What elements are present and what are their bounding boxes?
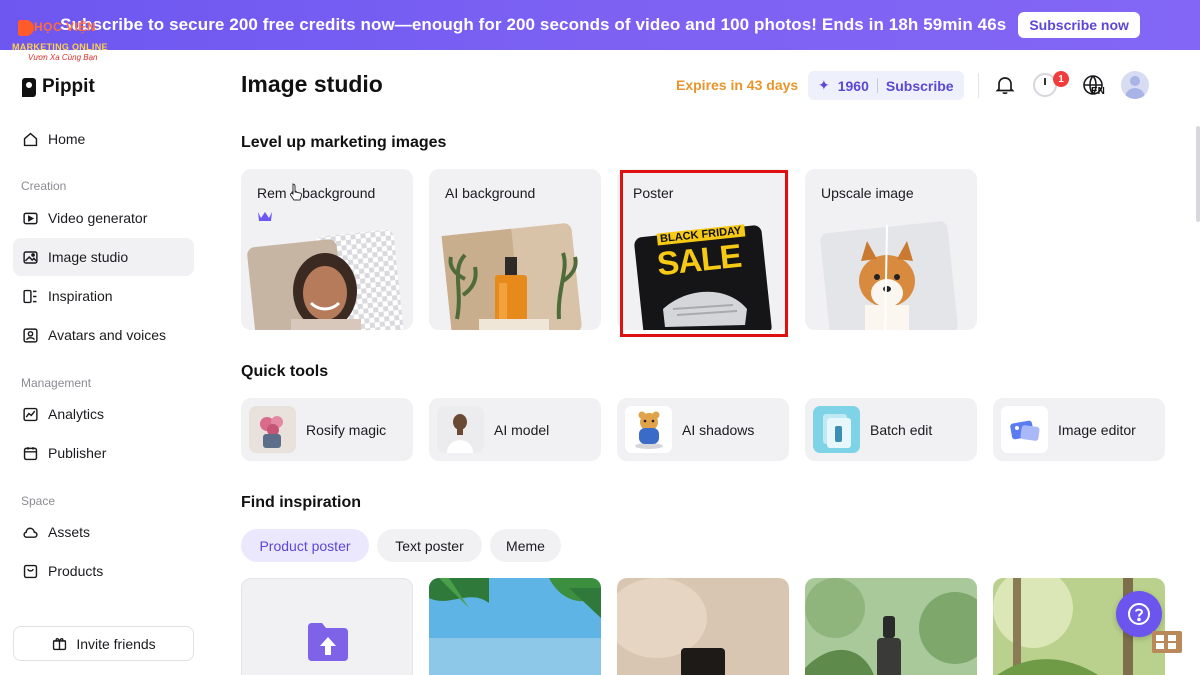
batch-edit-thumbnail xyxy=(813,406,860,453)
filter-chip-meme[interactable]: Meme xyxy=(490,529,561,562)
analytics-icon xyxy=(22,406,39,423)
sidebar-item-analytics[interactable]: Analytics xyxy=(13,395,194,433)
sidebar-item-avatars-and-voices[interactable]: Avatars and voices xyxy=(13,316,194,354)
sidebar-item-publisher[interactable]: Publisher xyxy=(13,434,194,472)
scrollbar[interactable] xyxy=(1196,126,1200,222)
sidebar-item-label: Avatars and voices xyxy=(48,327,167,343)
sidebar-item-products[interactable]: Products xyxy=(13,552,194,590)
invite-friends-button[interactable]: Invite friends xyxy=(13,626,194,661)
user-avatar[interactable] xyxy=(1121,71,1149,99)
subscribe-now-button[interactable]: Subscribe now xyxy=(1018,12,1140,38)
premium-crown-icon xyxy=(257,209,273,228)
upload-folder-icon xyxy=(308,623,348,661)
quick-tool-label: Image editor xyxy=(1058,421,1136,438)
inspiration-tile-tropical[interactable] xyxy=(429,578,601,675)
pill-divider xyxy=(876,78,878,93)
ai-shadows-thumbnail xyxy=(625,406,672,453)
mouse-pointer-icon xyxy=(289,183,303,201)
credits-count: 1960 xyxy=(837,77,869,94)
inspiration-tile-serum-bottle[interactable] xyxy=(805,578,977,675)
sparkle-icon: ✦ xyxy=(818,77,830,93)
quick-tool-ai-model[interactable]: AI model xyxy=(429,398,601,461)
video-generator-icon xyxy=(22,210,39,227)
sidebar-item-inspiration[interactable]: Inspiration xyxy=(13,277,194,315)
credits-subscribe-pill[interactable]: ✦ 1960 Subscribe xyxy=(808,71,964,100)
section-title-find-inspiration: Find inspiration xyxy=(241,494,361,511)
quick-tool-ai-shadows[interactable]: AI shadows xyxy=(617,398,789,461)
sidebar-item-assets[interactable]: Assets xyxy=(13,513,194,551)
sidebar-item-label: Analytics xyxy=(48,406,105,422)
feature-card-upscale-image[interactable]: Upscale image xyxy=(805,169,977,330)
avatar-voice-icon xyxy=(22,327,39,344)
feature-card-ai-background[interactable]: AI background xyxy=(429,169,601,330)
section-label-space: Space xyxy=(21,494,56,508)
sidebar-item-home[interactable]: Home xyxy=(13,120,194,158)
subscribe-link[interactable]: Subscribe xyxy=(886,78,954,94)
invite-friends-label: Invite friends xyxy=(76,635,156,652)
pippit-logo-icon xyxy=(22,77,36,97)
quick-tool-label: AI shadows xyxy=(682,421,755,438)
image-editor-thumbnail xyxy=(1001,406,1048,453)
sidebar: Pippit Home Creation Video generator Ima… xyxy=(0,50,205,675)
filter-chip-text-poster[interactable]: Text poster xyxy=(377,529,482,562)
promo-banner: Subscribe to secure 200 free credits now… xyxy=(0,0,1200,50)
serum-thumbnail xyxy=(805,578,977,675)
banner-text: Subscribe to secure 200 free credits now… xyxy=(60,15,1007,34)
sidebar-item-image-studio[interactable]: Image studio xyxy=(13,238,194,276)
upload-tile[interactable] xyxy=(241,578,413,675)
ai-model-thumbnail xyxy=(437,406,484,453)
sidebar-item-video-generator[interactable]: Video generator xyxy=(13,199,194,237)
product-box-icon xyxy=(22,563,39,580)
quick-tool-label: Rosify magic xyxy=(306,421,387,438)
help-icon xyxy=(1128,603,1150,625)
page-title: Image studio xyxy=(241,71,383,97)
section-label-management: Management xyxy=(21,376,92,390)
section-label-creation: Creation xyxy=(21,179,67,193)
image-studio-icon xyxy=(22,249,39,266)
section-title-level-up: Level up marketing images xyxy=(241,134,447,151)
dark-product-thumbnail xyxy=(617,578,789,675)
calendar-icon xyxy=(22,445,39,462)
quick-tool-batch-edit[interactable]: Batch edit xyxy=(805,398,977,461)
sidebar-item-label: Image studio xyxy=(48,249,129,265)
inspiration-tile-dark-product[interactable] xyxy=(617,578,789,675)
cloud-icon xyxy=(22,524,39,541)
rosify-thumbnail xyxy=(249,406,296,453)
sidebar-item-label: Products xyxy=(48,563,104,579)
quick-tool-image-editor[interactable]: Image editor xyxy=(993,398,1165,461)
sidebar-item-label: Publisher xyxy=(48,445,107,461)
notification-bell-icon[interactable] xyxy=(992,72,1018,98)
feature-card-label: Poster xyxy=(633,185,674,201)
feature-card-label: Upscale image xyxy=(821,185,914,201)
corner-film-icon xyxy=(1152,631,1182,653)
quick-tool-label: Batch edit xyxy=(870,421,933,438)
home-icon xyxy=(22,131,39,148)
gift-icon xyxy=(51,635,68,652)
notification-badge: 1 xyxy=(1053,71,1069,87)
feature-card-label: AI background xyxy=(445,185,536,201)
section-title-quick-tools: Quick tools xyxy=(241,363,329,380)
quick-tool-label: AI model xyxy=(494,421,550,438)
feature-card-label: Rem e background xyxy=(257,185,376,201)
brand-name: Pippit xyxy=(42,76,95,97)
sidebar-item-label: Home xyxy=(48,131,86,147)
brand-logo[interactable]: Pippit xyxy=(22,76,95,98)
tropical-thumbnail xyxy=(429,578,601,675)
language-code[interactable]: EN xyxy=(1091,86,1105,97)
feature-card-remove-background[interactable]: Rem e background xyxy=(241,169,413,330)
quick-tool-rosify-magic[interactable]: Rosify magic xyxy=(241,398,413,461)
sidebar-item-label: Assets xyxy=(48,524,91,540)
filter-chip-product-poster[interactable]: Product poster xyxy=(241,529,369,562)
sidebar-item-label: Video generator xyxy=(48,210,148,226)
header-divider xyxy=(978,73,979,98)
feature-card-poster[interactable]: Poster BLACK FRIDAY SALE xyxy=(617,169,789,330)
inspiration-icon xyxy=(22,288,39,305)
expires-notice: Expires in 43 days xyxy=(676,77,799,93)
sidebar-item-label: Inspiration xyxy=(48,288,113,304)
